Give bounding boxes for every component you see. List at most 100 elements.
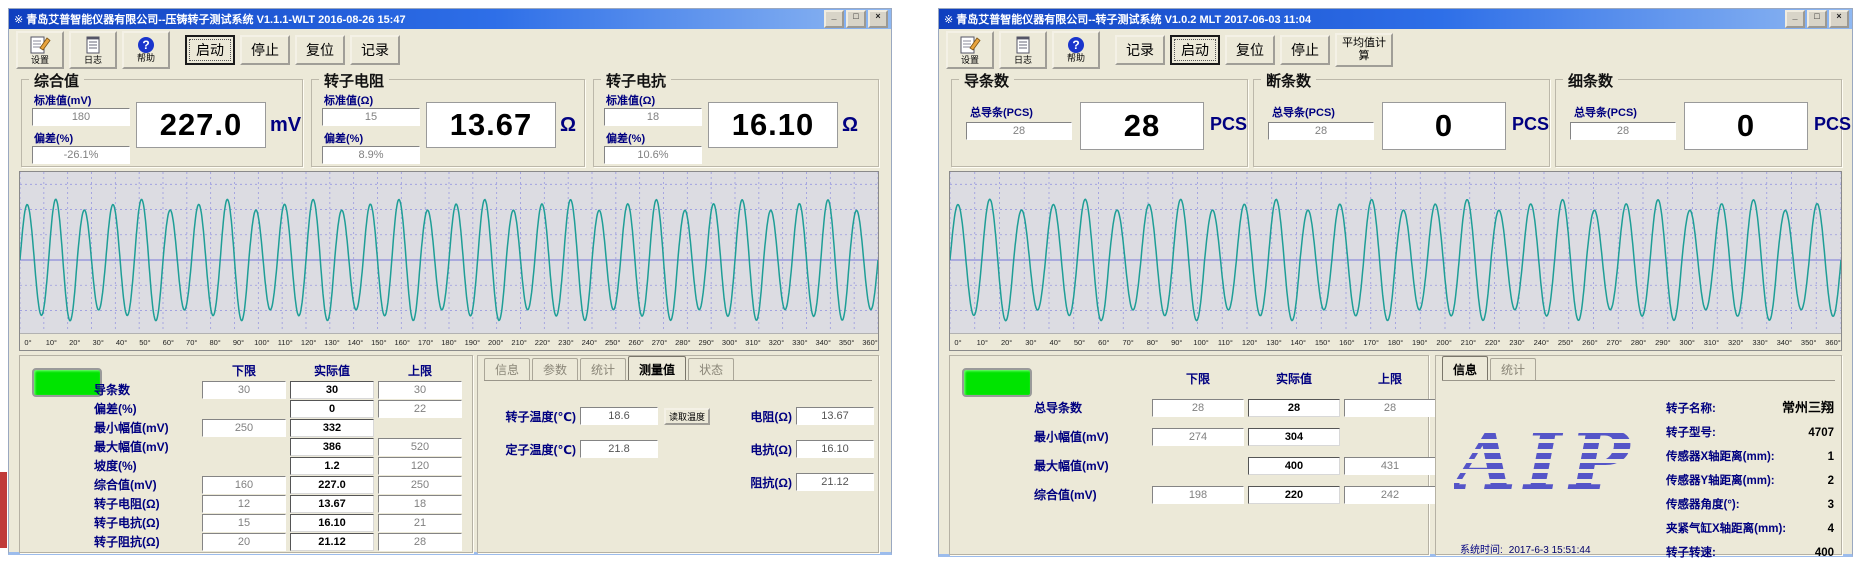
record-button[interactable]: 记录 [1115, 35, 1165, 65]
max-amplitude-high[interactable]: 520 [378, 438, 462, 456]
stop-button[interactable]: 停止 [240, 35, 290, 65]
toolbar-button-label: 帮助 [1067, 54, 1085, 63]
clamp-cylinder-x-distance-value: 4 [1828, 523, 1834, 535]
maximize-button[interactable]: □ [846, 10, 866, 28]
axis-tick: 160° [394, 338, 410, 347]
minimize-button[interactable]: _ [1785, 10, 1805, 28]
axis-tick: 210° [511, 338, 527, 347]
slope-actual: 1.2 [290, 457, 374, 475]
axis-tick: 310° [1704, 338, 1720, 347]
rotor-reactance-low[interactable]: 15 [202, 514, 286, 532]
axis-tick: 280° [1631, 338, 1647, 347]
sensor-angle-label: 传感器角度(°): [1666, 496, 1740, 512]
tab-统计[interactable]: 统计 [580, 358, 626, 380]
value-groups: 导条数 总导条(PCS) 28 28 PCS 断条数 总导条(PCS) 28 0… [941, 75, 1850, 167]
high-cell: 18 [376, 495, 464, 513]
min-amplitude-low[interactable]: 274 [1152, 428, 1244, 446]
reset-button[interactable]: 复位 [295, 35, 345, 65]
log-button[interactable]: 日志 [999, 31, 1047, 69]
total-bars-input[interactable]: 28 [1268, 122, 1374, 140]
high-cell: 22 [376, 400, 464, 418]
limit-row-composite-value: 综合值(mV)160227.0250 [94, 475, 464, 494]
standard-value-input[interactable]: 18 [604, 108, 702, 126]
status-indicator-green [32, 368, 102, 397]
tab-参数[interactable]: 参数 [532, 358, 578, 380]
start-button[interactable]: 启动 [185, 35, 235, 65]
rotor-impedance-high[interactable]: 28 [378, 533, 462, 551]
log-icon [1012, 35, 1034, 55]
axis-tick: 190° [1412, 338, 1428, 347]
min-amplitude-low[interactable]: 250 [202, 419, 286, 437]
axis-tick: 0° [954, 338, 961, 347]
actual-cell: 30 [288, 381, 376, 399]
column-header: 上限 [376, 362, 464, 379]
axis-tick: 20° [69, 338, 80, 347]
reactance-value: 16.10 [796, 440, 874, 458]
total-bar-count-high[interactable]: 28 [1344, 399, 1436, 417]
composite-value-high[interactable]: 250 [378, 476, 462, 494]
settings-button[interactable]: 设置 [16, 31, 64, 69]
tab-信息[interactable]: 信息 [1442, 356, 1488, 380]
tab-统计[interactable]: 统计 [1490, 358, 1536, 380]
maximize-button[interactable]: □ [1807, 10, 1827, 28]
rotor-name-value: 常州三翔 [1782, 397, 1834, 416]
rotor-impedance-low[interactable]: 20 [202, 533, 286, 551]
rotor-resistance-low[interactable]: 12 [202, 495, 286, 513]
composite-value-high[interactable]: 242 [1344, 486, 1436, 504]
info-body: AIP 转子名称:常州三翔转子型号:4707传感器X轴距离(mm):1传感器Y轴… [1438, 381, 1839, 552]
limit-row-rotor-impedance: 转子阻抗(Ω)2021.1228 [94, 532, 464, 551]
deviation-high[interactable]: 22 [378, 400, 462, 418]
x-axis: 0°10°20°30°40°50°60°70°80°90°100°110°120… [950, 333, 1841, 350]
reset-button[interactable]: 复位 [1225, 35, 1275, 65]
axis-tick: 190° [465, 338, 481, 347]
total-bars-input[interactable]: 28 [966, 122, 1072, 140]
start-button[interactable]: 启动 [1170, 35, 1220, 65]
reactance-label: 电抗(Ω) [736, 441, 792, 458]
standard-value-input[interactable]: 180 [32, 108, 130, 126]
app-icon: ※ [944, 13, 953, 26]
close-button[interactable]: × [868, 10, 888, 28]
composite-value-low[interactable]: 198 [1152, 486, 1244, 504]
actual-cell: 16.10 [288, 514, 376, 532]
slope-high[interactable]: 120 [378, 457, 462, 475]
tab-状态[interactable]: 状态 [688, 358, 734, 380]
help-button[interactable]: ?帮助 [122, 31, 170, 69]
total-bars-input[interactable]: 28 [1570, 122, 1676, 140]
axis-tick: 250° [1558, 338, 1574, 347]
titlebar[interactable]: ※ 青岛艾普智能仪器有限公司--转子测试系统 V1.0.2 MLT 2017-0… [939, 9, 1852, 29]
rotor-resistance-high[interactable]: 18 [378, 495, 462, 513]
total-bar-count-low[interactable]: 28 [1152, 399, 1244, 417]
standard-value-input[interactable]: 15 [322, 108, 420, 126]
axis-tick: 260° [1582, 338, 1598, 347]
record-button[interactable]: 记录 [350, 35, 400, 65]
total-bar-count-actual: 28 [1248, 399, 1340, 417]
max-amplitude-actual: 386 [290, 438, 374, 456]
limits-table: 下限实际值上限导条数303030偏差(%)022最小幅值(mV)250332最大… [94, 361, 464, 551]
axis-tick: 320° [769, 338, 785, 347]
tab-测量值[interactable]: 测量值 [628, 356, 686, 380]
settings-button[interactable]: 设置 [946, 31, 994, 69]
read-temperature-button[interactable]: 读取温度 [664, 408, 710, 425]
average-calc-button[interactable]: 平均值计算 [1335, 33, 1393, 67]
axis-tick: 160° [1339, 338, 1355, 347]
axis-tick: 350° [1801, 338, 1817, 347]
group-bar-count: 导条数 总导条(PCS) 28 28 PCS [951, 79, 1248, 167]
log-button[interactable]: 日志 [69, 31, 117, 69]
bar-count-low[interactable]: 30 [202, 381, 286, 399]
close-button[interactable]: × [1829, 10, 1849, 28]
composite-value-low[interactable]: 160 [202, 476, 286, 494]
rotor-reactance-actual: 16.10 [290, 514, 374, 532]
bar-count-high[interactable]: 30 [378, 381, 462, 399]
max-amplitude-high[interactable]: 431 [1344, 457, 1436, 475]
composite-value-actual: 220 [1248, 486, 1340, 504]
rotor-reactance-high[interactable]: 21 [378, 514, 462, 532]
tab-信息[interactable]: 信息 [484, 358, 530, 380]
unit-label: PCS [1512, 114, 1549, 135]
settings-icon [29, 35, 51, 55]
high-cell: 242 [1342, 486, 1438, 504]
titlebar[interactable]: ※ 青岛艾普智能仪器有限公司--压铸转子测试系统 V1.1.1-WLT 2016… [9, 9, 891, 29]
stop-button[interactable]: 停止 [1280, 35, 1330, 65]
minimize-button[interactable]: _ [824, 10, 844, 28]
axis-tick: 330° [792, 338, 808, 347]
help-button[interactable]: ?帮助 [1052, 31, 1100, 69]
